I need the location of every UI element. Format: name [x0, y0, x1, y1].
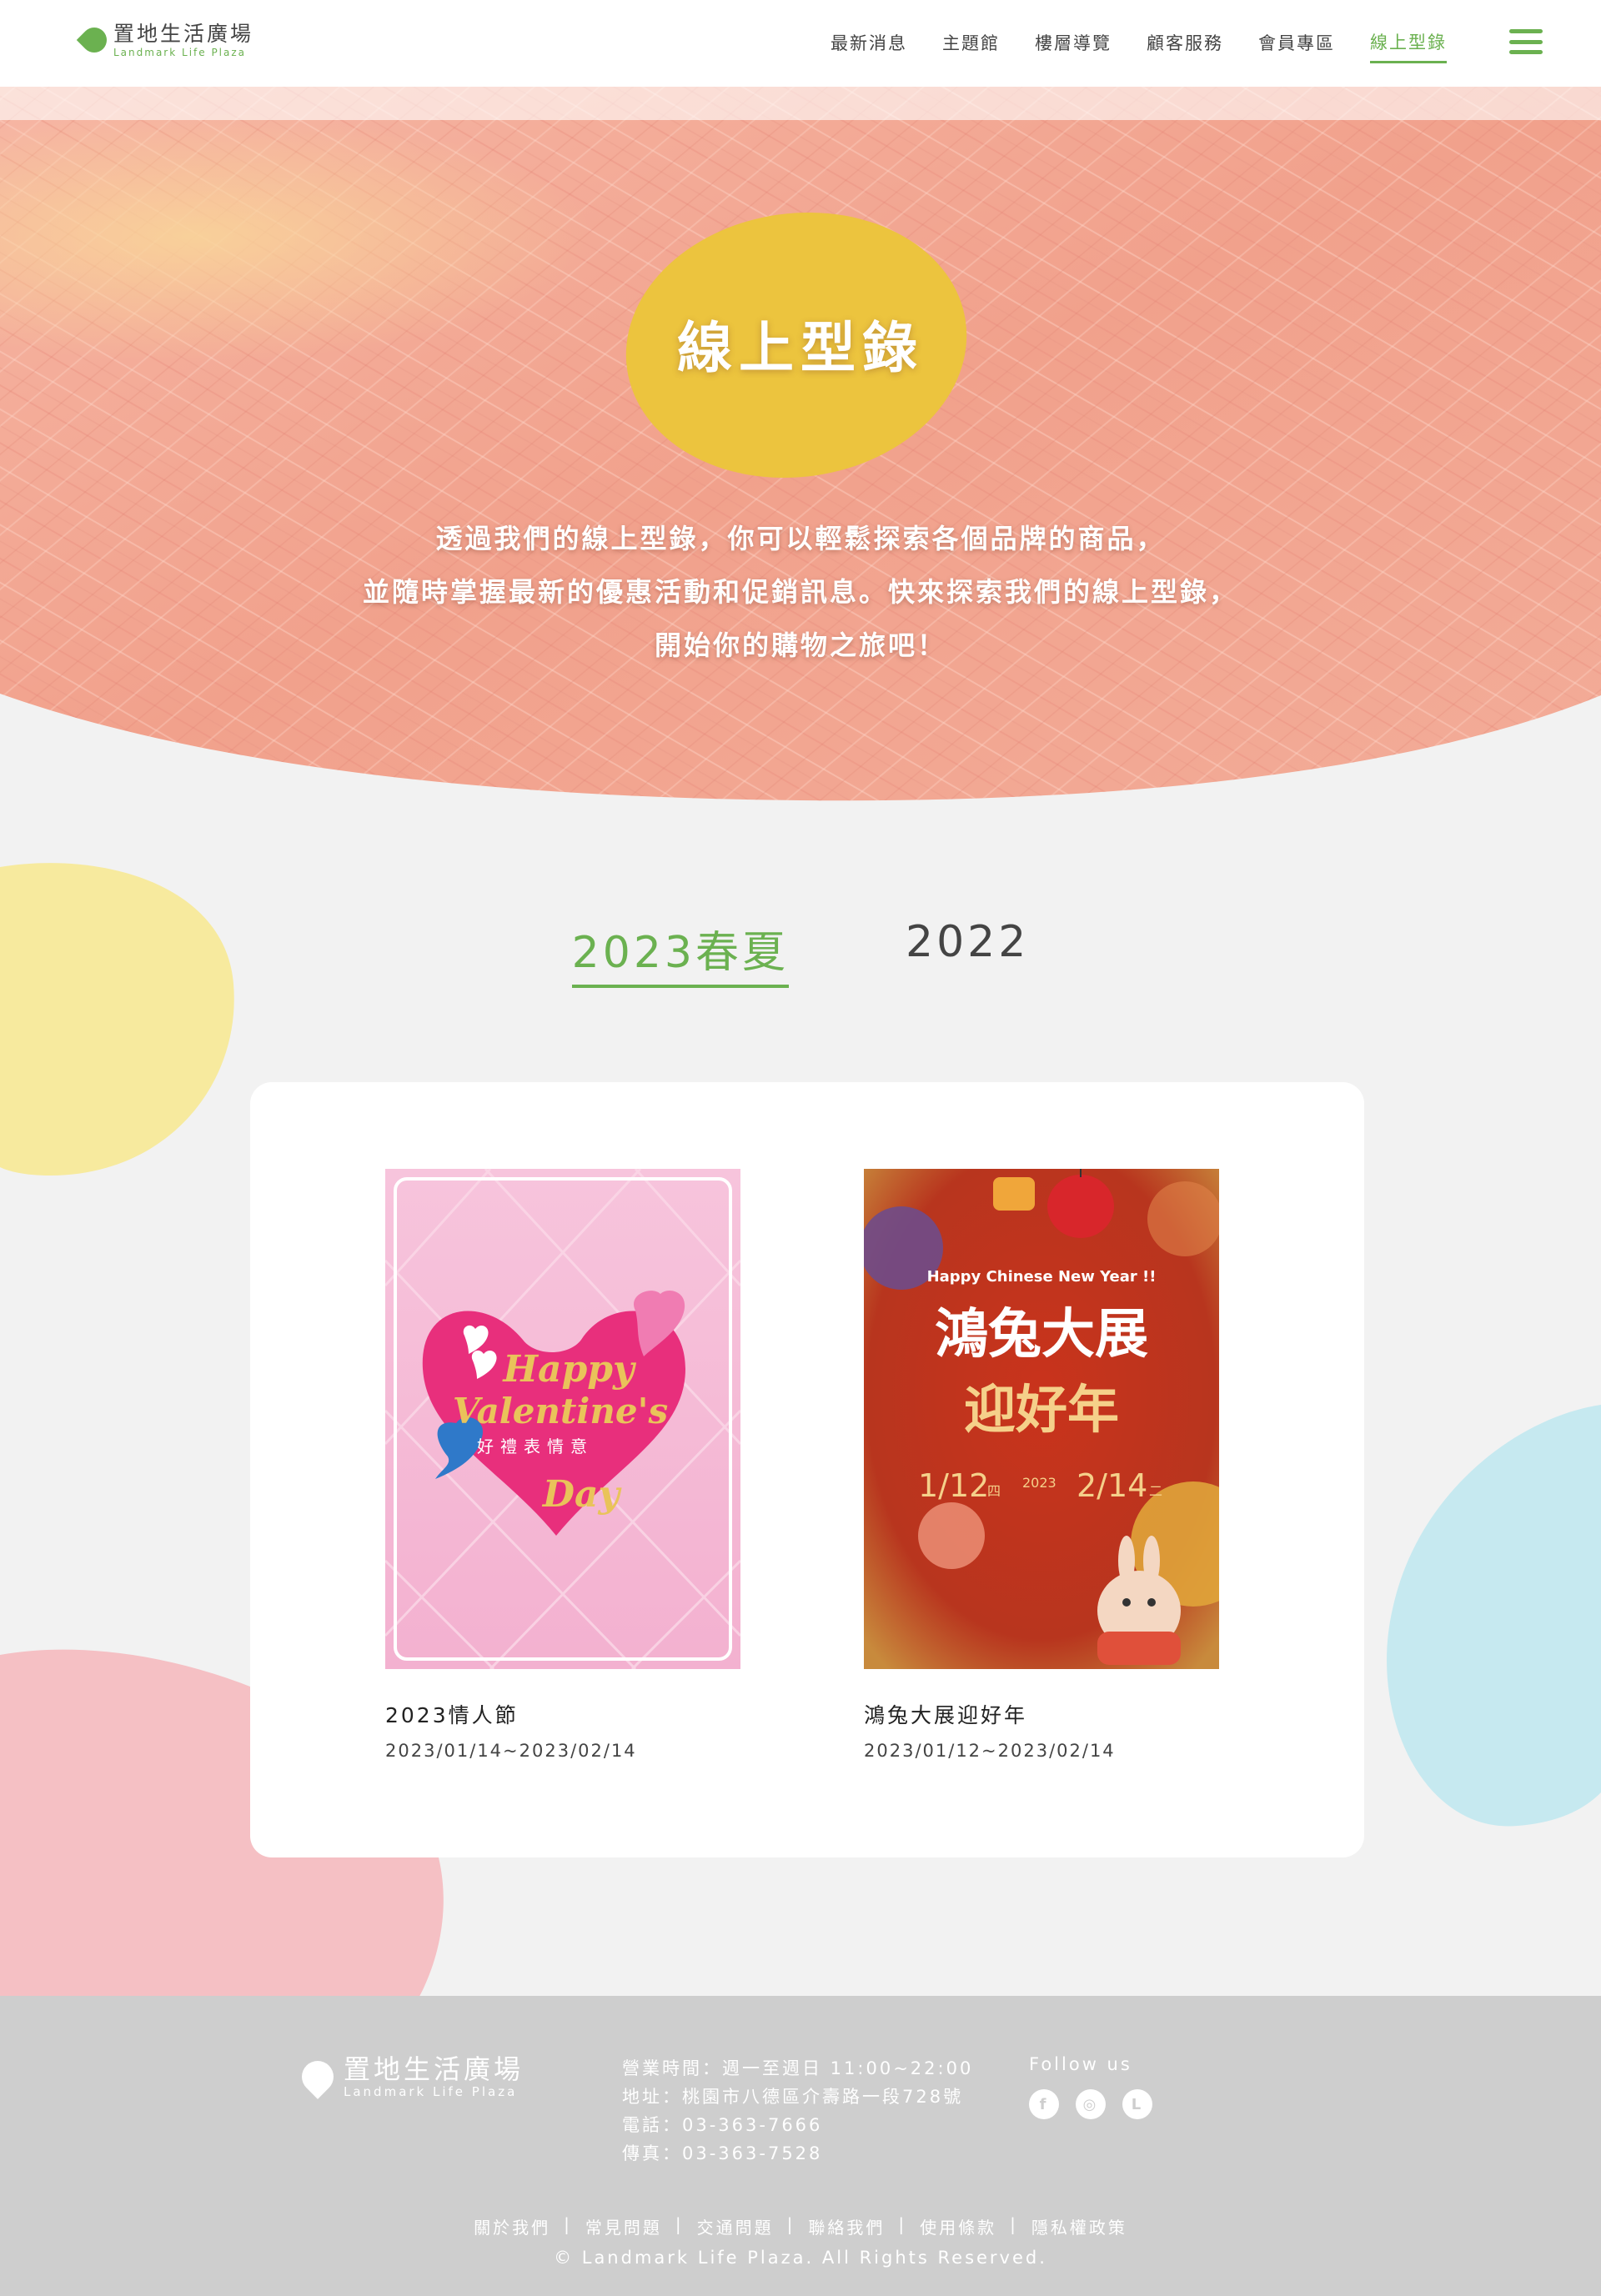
tab-2023-spring-summer[interactable]: 2023春夏	[571, 917, 789, 988]
footer-link-faq[interactable]: 常見問題	[585, 2214, 662, 2238]
address: 地址：桃園市八德區介壽路一段728號	[622, 2087, 964, 2107]
footer-logo-name: 置地生活廣場	[344, 2053, 524, 2085]
catalog-cover-new-year[interactable]: Happy Chinese New Year !! 鴻兔大展 迎好年 1/12 …	[864, 1169, 1219, 1669]
phone[interactable]: 電話：03-363-7666	[622, 2111, 973, 2139]
copyright: © Landmark Life Plaza. All Rights Reserv…	[554, 2248, 1047, 2268]
poster-text: Valentine's	[453, 1391, 668, 1431]
catalog-title[interactable]: 鴻兔大展迎好年	[864, 1699, 1219, 1729]
poster-text: 2023	[1022, 1475, 1056, 1491]
nav-item-themes[interactable]: 主題館	[942, 22, 1000, 62]
follow-us: Follow us f ◎ L	[1029, 2054, 1152, 2119]
social-links: f ◎ L	[1029, 2089, 1152, 2119]
catalog-panel: Happy Valentine's 好禮表情意 Day 2023情人節 2023…	[250, 1082, 1364, 1857]
catalog-date: 2023/01/14~2023/02/14	[385, 1741, 637, 1761]
fax: 傳真：03-363-7528	[622, 2143, 823, 2163]
catalog-date: 2023/01/12~2023/02/14	[864, 1741, 1116, 1761]
footer-link-transport[interactable]: 交通問題	[697, 2214, 774, 2238]
site-logo[interactable]: 置地生活廣場 Landmark Life Plaza	[76, 22, 254, 58]
tab-2022[interactable]: 2022	[906, 917, 1029, 988]
nav-item-news[interactable]: 最新消息	[831, 22, 907, 62]
footer-contact-info: 營業時間：週一至週日 11:00~22:00 地址：桃園市八德區介壽路一段728…	[622, 2054, 973, 2168]
poster-text: 好禮表情意	[477, 1436, 594, 1456]
nav-item-members[interactable]: 會員專區	[1258, 22, 1335, 62]
catalog-tabs: 2023春夏 2022	[0, 917, 1601, 988]
follow-us-label: Follow us	[1029, 2054, 1132, 2074]
footer-link-about[interactable]: 關於我們	[474, 2214, 550, 2238]
new-year-poster: Happy Chinese New Year !! 鴻兔大展 迎好年 1/12 …	[864, 1169, 1219, 1669]
yellow-blob	[0, 863, 234, 1176]
line-icon[interactable]: L	[1122, 2089, 1152, 2119]
catalog-card[interactable]: Happy Valentine's 好禮表情意 Day 2023情人節 2023…	[385, 1169, 740, 1761]
business-hours: 營業時間：週一至週日 11:00~22:00	[622, 2058, 974, 2078]
nav-item-floor-guide[interactable]: 樓層導覽	[1035, 22, 1112, 62]
poster-text: 2/14	[1077, 1467, 1147, 1504]
poster-text: 四	[987, 1483, 1001, 1499]
footer-link-privacy[interactable]: 隱私權政策	[1031, 2214, 1127, 2238]
catalog-card[interactable]: Happy Chinese New Year !! 鴻兔大展 迎好年 1/12 …	[864, 1169, 1219, 1761]
logo-subtitle: Landmark Life Plaza	[113, 47, 247, 58]
poster-text: 鴻兔大展	[935, 1304, 1148, 1366]
valentine-poster: Happy Valentine's 好禮表情意 Day	[385, 1169, 740, 1669]
link-separator: |	[564, 2214, 572, 2234]
footer-link-contact[interactable]: 聯絡我們	[808, 2214, 885, 2238]
footer-logo-subtitle: Landmark Life Plaza	[344, 2084, 518, 2099]
main-nav: 最新消息 主題館 樓層導覽 顧客服務 會員專區 線上型錄	[831, 0, 1447, 83]
instagram-icon[interactable]: ◎	[1076, 2089, 1106, 2119]
nav-item-catalog[interactable]: 線上型錄	[1370, 21, 1447, 63]
site-header: 置地生活廣場 Landmark Life Plaza 最新消息 主題館 樓層導覽…	[0, 0, 1601, 87]
poster-text: 二	[1149, 1483, 1162, 1499]
logo-name: 置地生活廣場	[113, 22, 254, 46]
poster-text: Happy	[501, 1348, 637, 1391]
link-separator: |	[786, 2214, 795, 2234]
catalog-cover-valentine[interactable]: Happy Valentine's 好禮表情意 Day	[385, 1169, 740, 1669]
leaf-logo-icon	[76, 22, 113, 58]
footer-logo[interactable]: 置地生活廣場 Landmark Life Plaza	[295, 2053, 524, 2099]
catalog-title[interactable]: 2023情人節	[385, 1699, 740, 1729]
poster-text: Day	[541, 1473, 623, 1516]
link-separator: |	[898, 2214, 907, 2234]
poster-text: Happy Chinese New Year !!	[927, 1268, 1157, 1286]
blue-blob	[1387, 1405, 1601, 1827]
leaf-logo-icon	[295, 2054, 340, 2099]
link-separator: |	[1010, 2214, 1018, 2234]
facebook-icon[interactable]: f	[1029, 2089, 1059, 2119]
poster-text: 1/12	[918, 1467, 989, 1504]
footer-link-terms[interactable]: 使用條款	[920, 2214, 996, 2238]
site-footer: 置地生活廣場 Landmark Life Plaza 營業時間：週一至週日 11…	[0, 1996, 1601, 2296]
link-separator: |	[675, 2214, 684, 2234]
nav-item-customer-service[interactable]: 顧客服務	[1147, 22, 1223, 62]
poster-text: 迎好年	[964, 1379, 1119, 1440]
menu-icon[interactable]	[1509, 29, 1543, 54]
footer-links: 關於我們 | 常見問題 | 交通問題 | 聯絡我們 | 使用條款 | 隱私權政策	[0, 2214, 1601, 2238]
